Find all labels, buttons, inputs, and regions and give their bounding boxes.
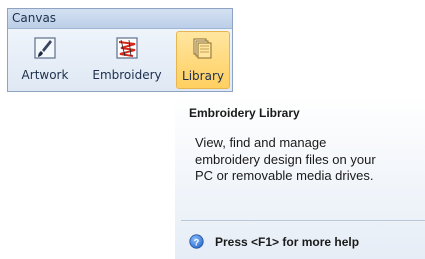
tooltip-divider (181, 220, 425, 221)
embroidery-button[interactable]: Embroidery (80, 31, 174, 89)
library-folder-icon (193, 38, 212, 59)
canvas-toolbar-group: Canvas Artwork Embroidery Library (7, 8, 233, 92)
help-icon: ? (189, 234, 204, 249)
library-button[interactable]: Library (176, 31, 230, 89)
tooltip-help-text: Press <F1> for more help (215, 235, 360, 249)
artwork-brush-icon (34, 37, 56, 59)
tooltip-panel: Embroidery Library View, find and manage… (175, 95, 425, 259)
embroidery-label: Embroidery (92, 68, 162, 82)
tooltip-description: View, find and manage embroidery design … (195, 135, 376, 183)
artwork-label: Artwork (21, 68, 69, 82)
svg-text:?: ? (194, 237, 200, 247)
library-label: Library (182, 69, 224, 83)
artwork-button[interactable]: Artwork (13, 31, 77, 89)
tooltip-title: Embroidery Library (189, 106, 300, 120)
embroidery-stitch-icon (116, 37, 138, 59)
toolbar-group-title: Canvas (8, 9, 232, 29)
